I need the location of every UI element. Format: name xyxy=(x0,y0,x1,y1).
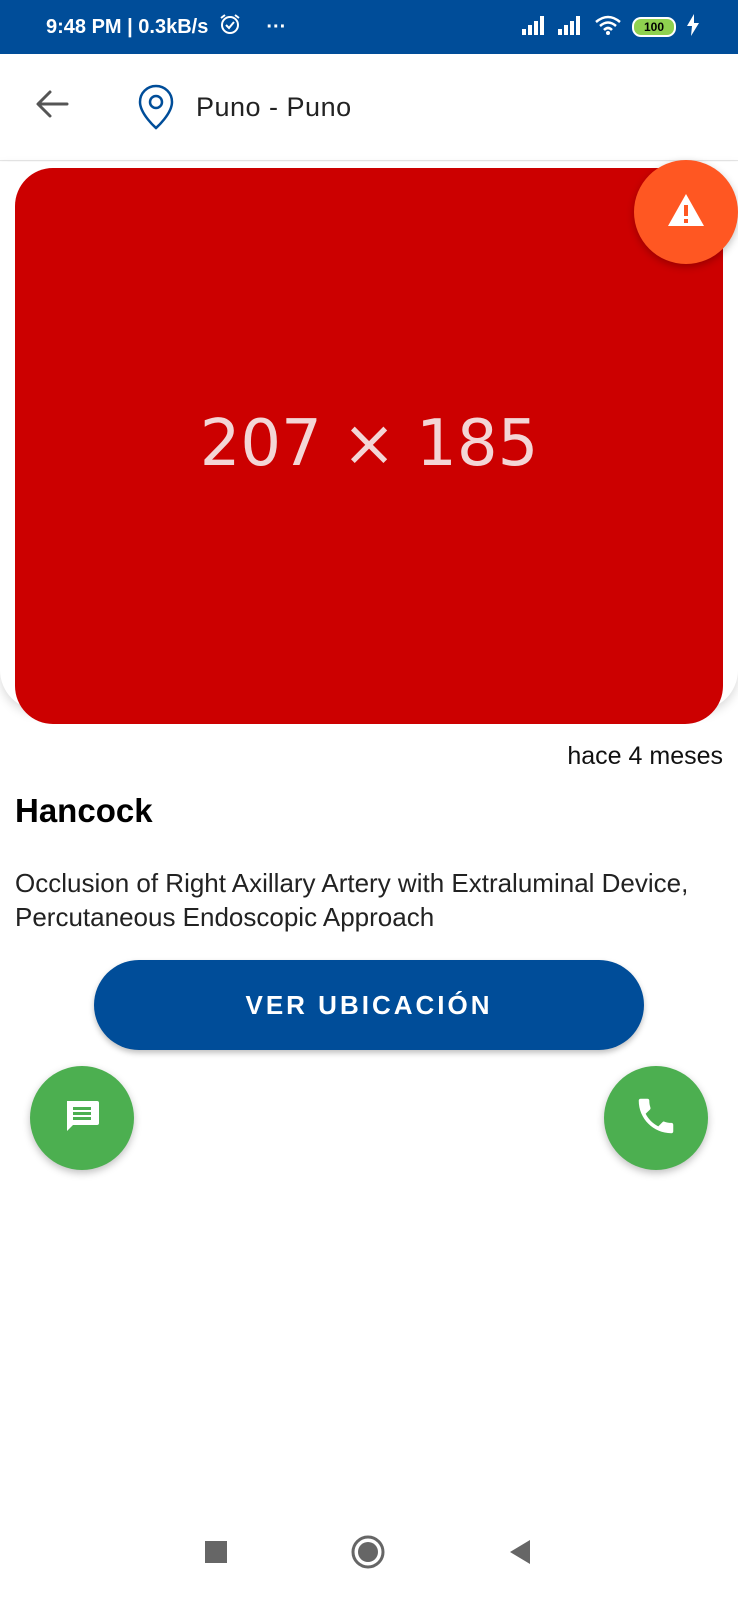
status-bar: 9:48 PM | 0.3kB/s ··· 100 xyxy=(0,0,738,54)
warning-triangle-icon xyxy=(666,192,706,233)
location-title: Puno - Puno xyxy=(196,92,352,122)
post-title: Hancock xyxy=(15,792,153,829)
status-time-speed: 9:48 PM | 0.3kB/s xyxy=(46,15,209,38)
signal-icon xyxy=(522,15,548,40)
arrow-back-icon xyxy=(35,89,69,124)
status-right: 100 xyxy=(522,0,700,54)
report-warning-button[interactable] xyxy=(634,160,738,264)
signal-icon-2 xyxy=(558,15,584,40)
post-description: Occlusion of Right Axillary Artery with … xyxy=(15,868,689,932)
call-button[interactable] xyxy=(604,1066,708,1170)
location-pin-icon xyxy=(138,84,174,135)
image-placeholder-text: 207 × 185 xyxy=(199,407,539,481)
view-location-button[interactable]: VER UBICACIÓN xyxy=(94,960,644,1050)
charging-icon xyxy=(686,13,700,41)
post-image: 207 × 185 xyxy=(15,168,723,724)
recent-apps-icon[interactable] xyxy=(204,1540,228,1569)
back-nav-icon[interactable] xyxy=(508,1538,532,1571)
status-left: 9:48 PM | 0.3kB/s ··· xyxy=(46,0,286,54)
battery-icon: 100 xyxy=(632,17,676,37)
more-notifications-icon: ··· xyxy=(266,15,287,38)
home-icon[interactable] xyxy=(351,1535,385,1574)
app-bar: Puno - Puno xyxy=(0,54,738,161)
chat-bubble-icon xyxy=(61,1095,103,1142)
post-time-ago: hace 4 meses xyxy=(567,742,723,770)
back-button[interactable] xyxy=(30,84,74,128)
chat-button[interactable] xyxy=(30,1066,134,1170)
wifi-icon xyxy=(594,14,622,41)
system-nav-bar xyxy=(0,1520,738,1600)
alarm-icon xyxy=(218,12,242,42)
phone-icon xyxy=(633,1093,679,1144)
